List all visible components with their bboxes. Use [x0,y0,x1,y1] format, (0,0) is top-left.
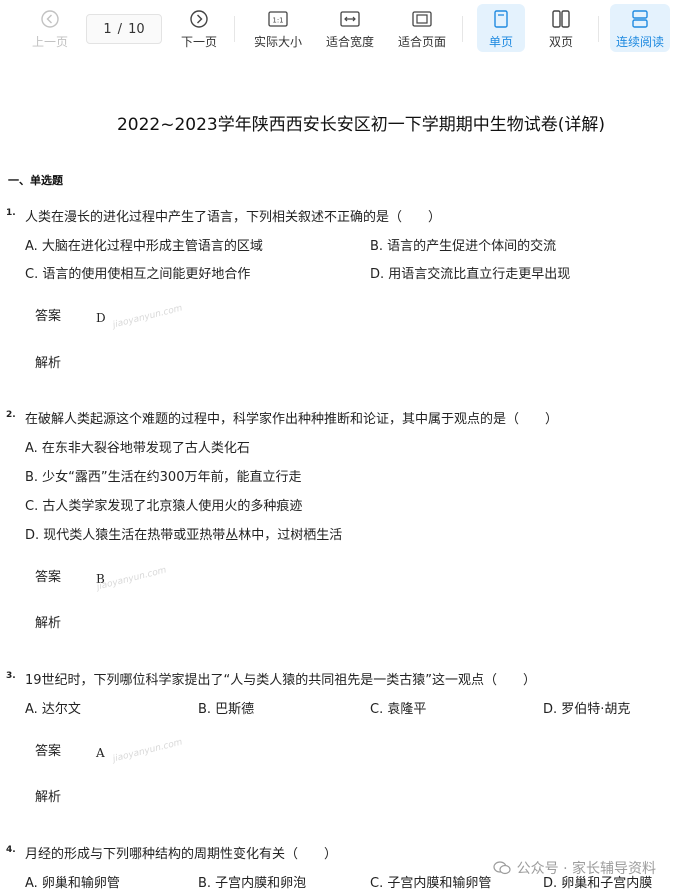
next-page-label: 下一页 [180,35,217,49]
fit-page-icon [411,8,433,30]
option-c: C. 袁隆平 [370,702,427,717]
double-page-icon [550,8,572,30]
option-c: C. 古人类学家发现了北京猿人使用火的多种痕迹 [25,499,303,514]
prev-page-button[interactable]: 上一页 [28,4,72,52]
answer-label: 答案 [35,744,62,759]
page-indicator[interactable]: 1 / 10 [86,14,162,44]
question-number: 2. [6,410,16,420]
question-stem: 人类在漫长的进化过程中产生了语言，下列相关叙述不正确的是（ ） [25,210,442,225]
answer-value: A [96,746,105,760]
double-page-button[interactable]: 双页 [538,4,584,52]
arrow-right-circle-icon [188,8,210,30]
page-separator: / [117,21,123,37]
next-page-button[interactable]: 下一页 [176,4,222,52]
continuous-read-icon [629,8,651,30]
actual-size-icon: 1:1 [267,8,289,30]
document-title: 2022~2023学年陕西西安长安区初一下学期期中生物试卷(详解) [116,115,606,135]
option-c: C. 语言的使用使相互之间能更好地合作 [25,267,251,282]
option-d: D. 罗伯特·胡克 [543,702,631,717]
actual-size-label: 实际大小 [253,35,302,49]
actual-size-button[interactable]: 1:1 实际大小 [250,4,306,52]
option-b: B. 巴斯德 [198,702,255,717]
option-d: D. 用语言交流比直立行走更早出现 [370,267,571,282]
continuous-read-button[interactable]: 连续阅读 [610,4,670,52]
svg-text:1:1: 1:1 [272,17,283,25]
toolbar-divider [598,16,599,42]
watermark: jiaoyanyun.com [95,565,168,593]
option-a: A. 大脑在进化过程中形成主管语言的区域 [25,239,263,254]
wechat-account-watermark: 公众号 · 家长辅导资料 [493,858,656,878]
continuous-read-label: 连续阅读 [615,35,664,49]
fit-width-button[interactable]: 适合宽度 [322,4,378,52]
question-number: 4. [6,845,16,855]
option-d: D. 现代类人猿生活在热带或亚热带丛林中，过树栖生活 [25,528,343,543]
answer-value: D [96,311,106,325]
prev-page-label: 上一页 [31,35,68,49]
single-page-button[interactable]: 单页 [477,4,525,52]
current-page[interactable]: 1 [103,22,111,37]
question-number: 1. [6,208,16,218]
single-page-label: 单页 [488,35,513,49]
option-a: A. 达尔文 [25,702,81,717]
watermark: jiaoyanyun.com [111,303,184,331]
arrow-left-circle-icon [39,8,61,30]
watermark: jiaoyanyun.com [111,737,184,765]
option-b: B. 语言的产生促进个体间的交流 [370,239,557,254]
toolbar-divider [234,16,235,42]
option-a: A. 在东非大裂谷地带发现了古人类化石 [25,441,250,456]
toolbar-divider [462,16,463,42]
fit-page-label: 适合页面 [397,35,446,49]
watermark-text: 公众号 · 家长辅导资料 [516,861,656,877]
fit-page-button[interactable]: 适合页面 [394,4,450,52]
section-title: 一、单选题 [8,174,63,187]
total-pages: 10 [128,21,145,37]
answer-label: 答案 [35,570,62,585]
double-page-label: 双页 [548,35,573,49]
option-b: B. 少女“露西”生活在约300万年前，能直立行走 [25,470,302,485]
explanation-label: 解析 [35,356,62,371]
single-page-icon [490,8,512,30]
answer-label: 答案 [35,309,62,324]
fit-width-icon [339,8,361,30]
option-c: C. 子宫内膜和输卵管 [370,876,492,891]
option-a: A. 卵巢和输卵管 [25,876,120,891]
fit-width-label: 适合宽度 [325,35,374,49]
explanation-label: 解析 [35,790,62,805]
option-b: B. 子宫内膜和卵泡 [198,876,307,891]
question-number: 3. [6,671,16,681]
question-stem: 月经的形成与下列哪种结构的周期性变化有关（ ） [25,847,338,862]
explanation-label: 解析 [35,616,62,631]
wechat-icon [493,861,511,875]
question-stem: 19世纪时，下列哪位科学家提出了“人与类人猿的共同祖先是一类古猿”这一观点（ ） [25,673,537,688]
question-stem: 在破解人类起源这个难题的过程中，科学家作出种种推断和论证，其中属于观点的是（ ） [25,412,559,427]
viewer-toolbar: 上一页 1 / 10 下一页 1:1 实际大小 适合宽度 适合页面 单页 双页 … [0,0,676,58]
